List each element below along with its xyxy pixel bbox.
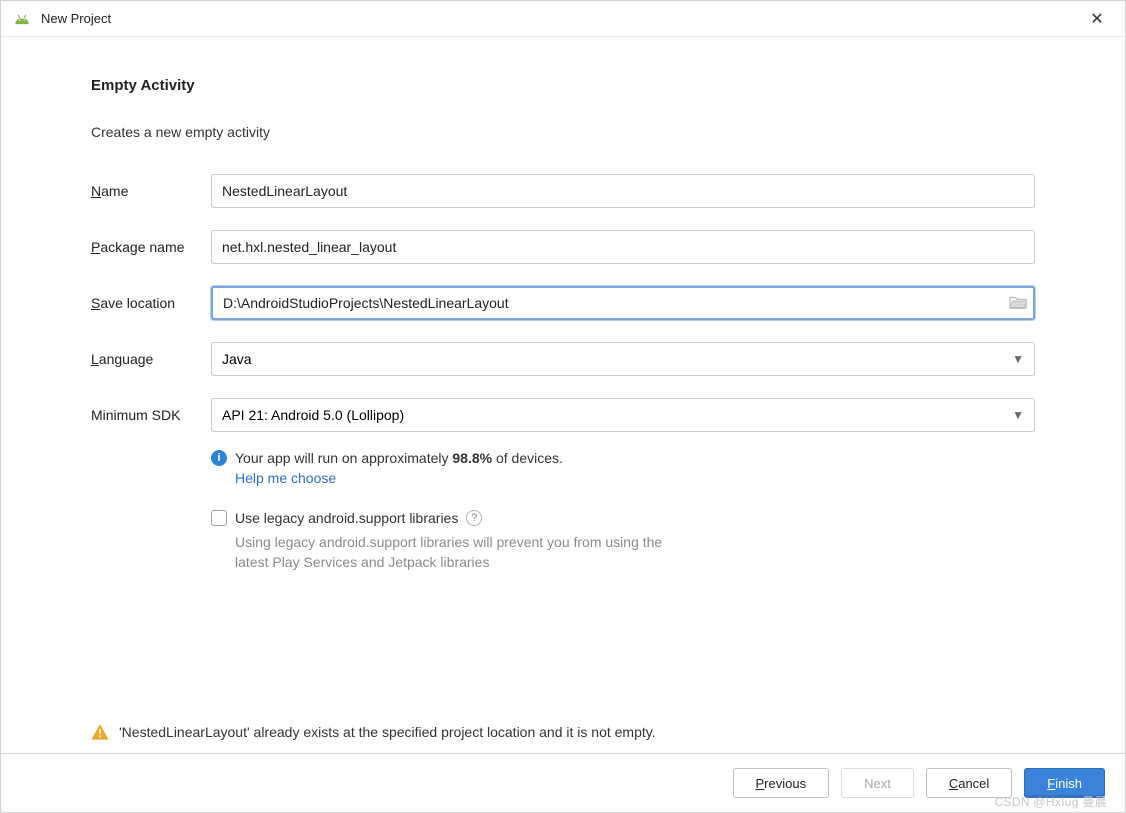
- coverage-text: Your app will run on approximately 98.8%…: [235, 450, 563, 466]
- page-description: Creates a new empty activity: [91, 124, 1035, 140]
- row-language: Language Java ▼: [91, 342, 1035, 376]
- android-logo-icon: [13, 12, 31, 26]
- language-select[interactable]: Java ▼: [211, 342, 1035, 376]
- row-save-location: Save location: [91, 286, 1035, 320]
- warning-text: 'NestedLinearLayout' already exists at t…: [119, 724, 656, 740]
- next-button: Next: [841, 768, 914, 798]
- save-location-input[interactable]: [211, 286, 1035, 320]
- footer: Previous Next Cancel Finish CSDN @HxIug …: [1, 753, 1125, 812]
- page-heading: Empty Activity: [91, 77, 1035, 94]
- legacy-label: Use legacy android.support libraries: [235, 510, 458, 526]
- titlebar: New Project ✕: [1, 1, 1125, 37]
- legacy-libraries-row: Use legacy android.support libraries ?: [211, 510, 1035, 526]
- chevron-down-icon: ▼: [1012, 408, 1024, 422]
- chevron-down-icon: ▼: [1012, 352, 1024, 366]
- label-minsdk: Minimum SDK: [91, 407, 211, 423]
- device-coverage-info: i Your app will run on approximately 98.…: [211, 450, 1035, 488]
- row-name: Name: [91, 174, 1035, 208]
- label-save-location: Save location: [91, 295, 211, 311]
- help-icon[interactable]: ?: [466, 510, 482, 526]
- help-me-choose-link[interactable]: Help me choose: [235, 470, 336, 486]
- cancel-button[interactable]: Cancel: [926, 768, 1012, 798]
- minsdk-value: API 21: Android 5.0 (Lollipop): [222, 407, 404, 423]
- package-input[interactable]: [211, 230, 1035, 264]
- new-project-dialog: New Project ✕ Empty Activity Creates a n…: [0, 0, 1126, 813]
- language-value: Java: [222, 351, 252, 367]
- name-input[interactable]: [211, 174, 1035, 208]
- legacy-checkbox[interactable]: [211, 510, 227, 526]
- label-language: Language: [91, 351, 211, 367]
- content-area: Empty Activity Creates a new empty activ…: [1, 37, 1125, 723]
- label-name: Name: [91, 183, 211, 199]
- finish-button[interactable]: Finish: [1024, 768, 1105, 798]
- info-icon: i: [211, 450, 227, 466]
- close-button[interactable]: ✕: [1081, 3, 1113, 35]
- warning-row: 'NestedLinearLayout' already exists at t…: [1, 723, 1125, 753]
- legacy-description: Using legacy android.support libraries w…: [235, 532, 695, 573]
- browse-folder-icon[interactable]: [1009, 294, 1027, 315]
- window-title: New Project: [41, 11, 1081, 26]
- minsdk-select[interactable]: API 21: Android 5.0 (Lollipop) ▼: [211, 398, 1035, 432]
- row-minsdk: Minimum SDK API 21: Android 5.0 (Lollipo…: [91, 398, 1035, 432]
- previous-button[interactable]: Previous: [733, 768, 830, 798]
- warning-icon: [91, 723, 109, 741]
- row-package: Package name: [91, 230, 1035, 264]
- label-package: Package name: [91, 239, 211, 255]
